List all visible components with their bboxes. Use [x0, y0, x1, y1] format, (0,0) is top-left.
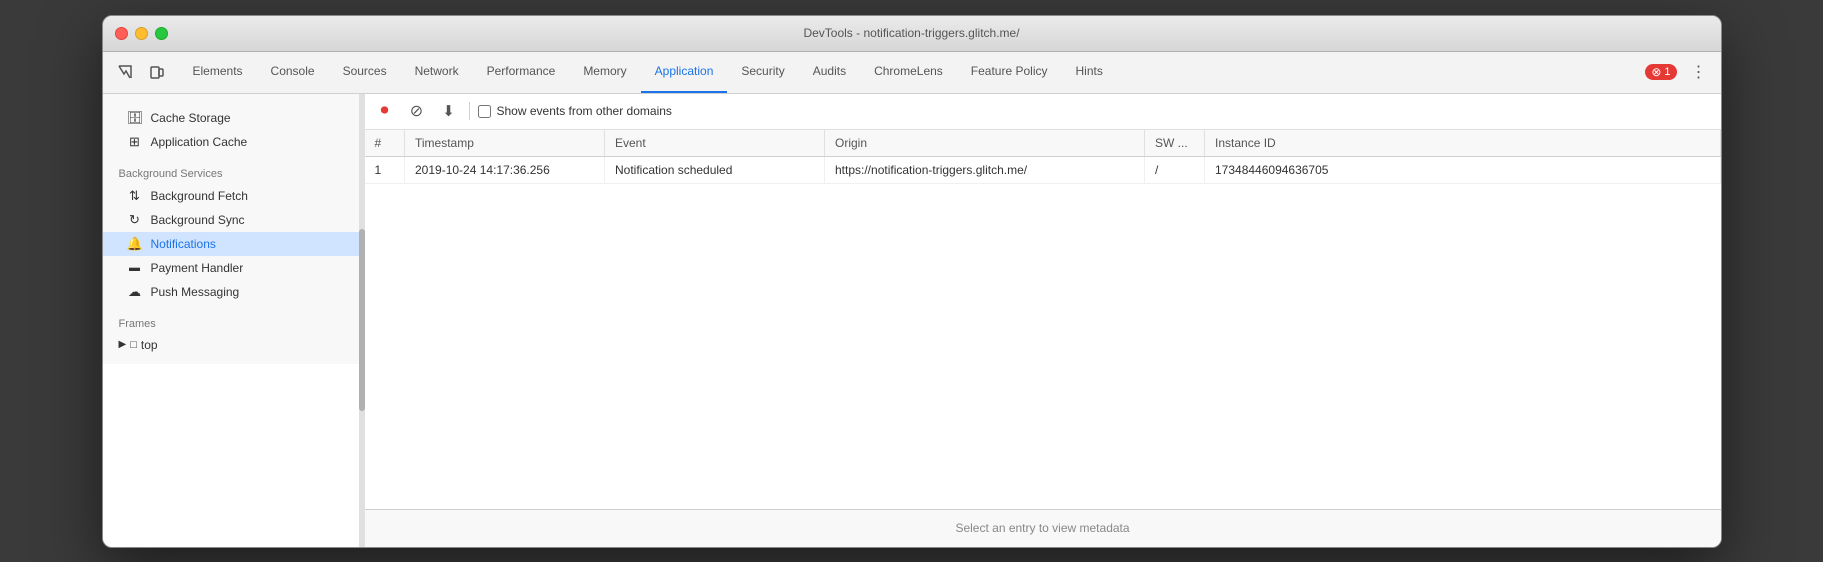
tab-audits[interactable]: Audits [799, 51, 860, 93]
tab-performance[interactable]: Performance [473, 51, 570, 93]
table-header-row: # Timestamp Event Origin SW ... Instance… [365, 130, 1721, 157]
push-messaging-label: Push Messaging [151, 285, 240, 299]
notifications-table: # Timestamp Event Origin SW ... Instance… [365, 130, 1721, 184]
sidebar-scrollbar-thumb [359, 229, 365, 410]
background-services-header: Background Services [103, 158, 364, 184]
push-messaging-icon: ☁ [127, 284, 143, 300]
minimize-button[interactable] [135, 27, 148, 40]
main-content: ⏺ ⊘ ⬇ Show events from other domains # [365, 94, 1721, 547]
toolbar-divider [469, 102, 470, 120]
cell-event: Notification scheduled [605, 156, 825, 183]
payment-handler-icon: ▬ [127, 262, 143, 274]
top-frame-label: top [141, 338, 158, 352]
status-message: Select an entry to view metadata [955, 521, 1129, 535]
cell-instance-id: 17348446094636705 [1205, 156, 1721, 183]
storage-section: 🗄 Cache Storage ⊞ Application Cache [103, 106, 364, 154]
cache-storage-icon: 🗄 [127, 110, 143, 126]
maximize-button[interactable] [155, 27, 168, 40]
notifications-toolbar: ⏺ ⊘ ⬇ Show events from other domains [365, 94, 1721, 130]
tab-application[interactable]: Application [641, 51, 728, 93]
tab-network[interactable]: Network [401, 51, 473, 93]
show-events-label[interactable]: Show events from other domains [478, 104, 672, 118]
stop-button[interactable]: ⊘ [405, 99, 429, 123]
background-sync-icon: ↻ [127, 212, 143, 228]
show-events-checkbox[interactable] [478, 105, 491, 118]
col-header-sw: SW ... [1145, 130, 1205, 157]
cache-storage-label: Cache Storage [151, 111, 231, 125]
tab-hints[interactable]: Hints [1062, 51, 1117, 93]
record-button[interactable]: ⏺ [373, 99, 397, 123]
col-header-instance-id: Instance ID [1205, 130, 1721, 157]
sidebar-item-notifications[interactable]: 🔔 Notifications [103, 232, 364, 256]
frames-header: Frames [103, 308, 364, 334]
frames-section: Frames ▶ □ top [103, 308, 364, 356]
sidebar-item-background-sync[interactable]: ↻ Background Sync [103, 208, 364, 232]
devtools-window: DevTools - notification-triggers.glitch.… [102, 15, 1722, 548]
col-header-num: # [365, 130, 405, 157]
background-fetch-label: Background Fetch [151, 189, 248, 203]
col-header-event: Event [605, 130, 825, 157]
tab-sources[interactable]: Sources [329, 51, 401, 93]
show-events-text: Show events from other domains [497, 104, 672, 118]
error-icon: ⊗ [1651, 65, 1661, 79]
col-header-timestamp: Timestamp [405, 130, 605, 157]
frame-icon: □ [130, 339, 137, 351]
application-cache-icon: ⊞ [127, 134, 143, 150]
sidebar: 🗄 Cache Storage ⊞ Application Cache Back… [103, 94, 365, 364]
sidebar-item-push-messaging[interactable]: ☁ Push Messaging [103, 280, 364, 304]
cell-timestamp: 2019-10-24 14:17:36.256 [405, 156, 605, 183]
sidebar-item-background-fetch[interactable]: ⇅ Background Fetch [103, 184, 364, 208]
traffic-lights [115, 27, 168, 40]
tab-console[interactable]: Console [257, 51, 329, 93]
tab-bar: Elements Console Sources Network Perform… [103, 52, 1721, 94]
background-fetch-icon: ⇅ [127, 188, 143, 204]
cell-origin: https://notification-triggers.glitch.me/ [825, 156, 1145, 183]
sidebar-item-payment-handler[interactable]: ▬ Payment Handler [103, 256, 364, 280]
sidebar-scrollbar[interactable] [359, 94, 365, 547]
application-cache-label: Application Cache [151, 135, 248, 149]
device-icon[interactable] [143, 58, 171, 86]
error-count: 1 [1664, 66, 1670, 78]
table-row[interactable]: 1 2019-10-24 14:17:36.256 Notification s… [365, 156, 1721, 183]
tab-featurepolicy[interactable]: Feature Policy [957, 51, 1062, 93]
col-header-origin: Origin [825, 130, 1145, 157]
tab-security[interactable]: Security [727, 51, 798, 93]
devtools-body: 🗄 Cache Storage ⊞ Application Cache Back… [103, 94, 1721, 547]
tab-elements[interactable]: Elements [179, 51, 257, 93]
data-table-container: # Timestamp Event Origin SW ... Instance… [365, 130, 1721, 509]
sidebar-item-cache-storage[interactable]: 🗄 Cache Storage [103, 106, 364, 130]
titlebar: DevTools - notification-triggers.glitch.… [103, 16, 1721, 52]
cell-num: 1 [365, 156, 405, 183]
tab-memory[interactable]: Memory [569, 51, 640, 93]
close-button[interactable] [115, 27, 128, 40]
tab-right-area: ⊗ 1 ⋮ [1645, 58, 1712, 86]
inspect-icon[interactable] [111, 58, 139, 86]
tab-icons [111, 58, 171, 86]
window-title: DevTools - notification-triggers.glitch.… [803, 26, 1019, 40]
status-bar: Select an entry to view metadata [365, 509, 1721, 547]
sidebar-wrapper: 🗄 Cache Storage ⊞ Application Cache Back… [103, 94, 365, 547]
sidebar-item-application-cache[interactable]: ⊞ Application Cache [103, 130, 364, 154]
notifications-label: Notifications [151, 237, 216, 251]
download-button[interactable]: ⬇ [437, 99, 461, 123]
cell-sw: / [1145, 156, 1205, 183]
devtools-container: Elements Console Sources Network Perform… [103, 52, 1721, 547]
background-services-section: Background Services ⇅ Background Fetch ↻… [103, 158, 364, 304]
notifications-icon: 🔔 [127, 236, 143, 252]
expand-icon: ▶ [119, 339, 127, 350]
more-menu-button[interactable]: ⋮ [1685, 58, 1713, 86]
payment-handler-label: Payment Handler [151, 261, 244, 275]
error-badge: ⊗ 1 [1645, 64, 1676, 80]
background-sync-label: Background Sync [151, 213, 245, 227]
sidebar-item-top[interactable]: ▶ □ top [103, 334, 364, 356]
tab-chromelens[interactable]: ChromeLens [860, 51, 957, 93]
